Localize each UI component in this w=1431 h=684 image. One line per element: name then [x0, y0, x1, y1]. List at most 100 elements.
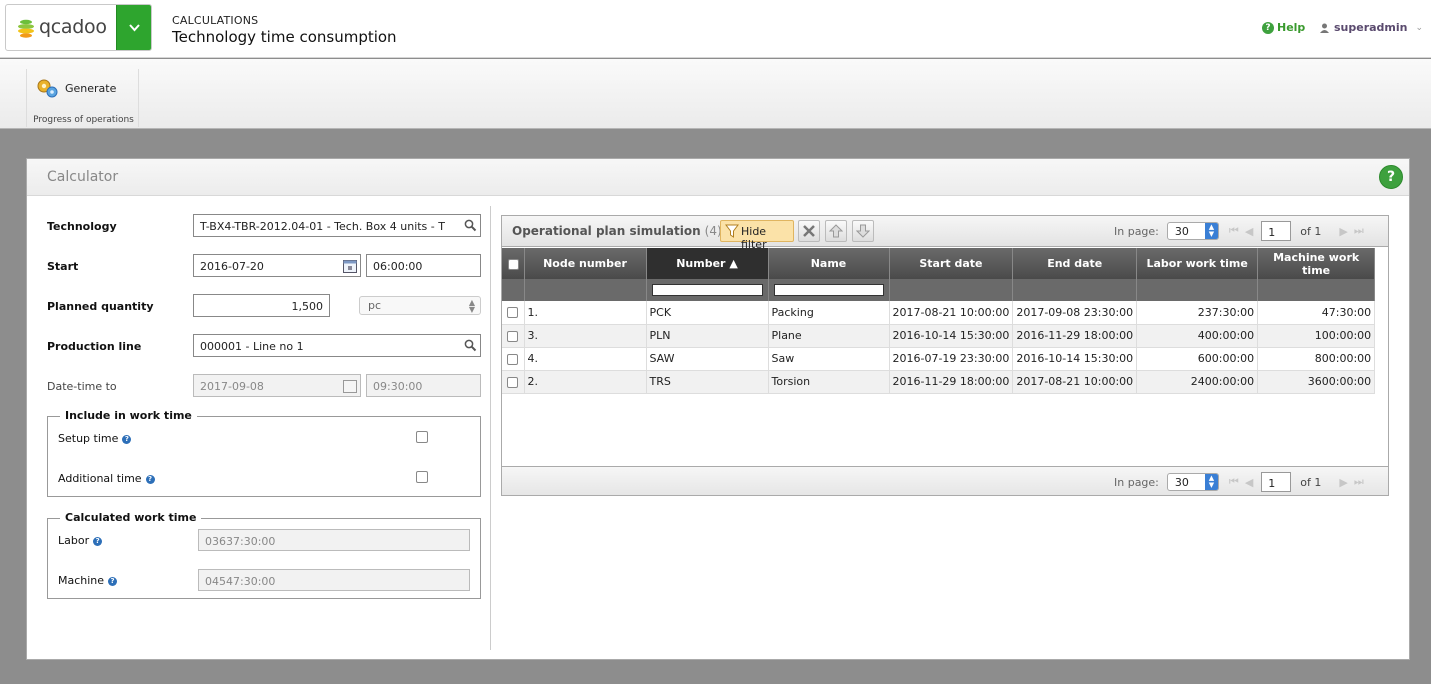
search-icon[interactable]: [464, 339, 477, 352]
next-page-icon[interactable]: ▶: [1339, 225, 1347, 238]
planned-quantity-input[interactable]: 1,500: [193, 294, 330, 317]
help-link[interactable]: ? Help: [1262, 21, 1305, 34]
first-page-icon[interactable]: ⏮: [1229, 224, 1239, 238]
filter-number-input[interactable]: [651, 284, 763, 296]
main-menu-button[interactable]: [116, 5, 151, 50]
technology-lookup[interactable]: T-BX4-TBR-2012.04-01 - Tech. Box 4 units…: [193, 214, 481, 237]
start-time-value: 06:00:00: [373, 260, 423, 273]
page-size-value: 30: [1174, 476, 1189, 489]
table-row[interactable]: 2. TRS Torsion 2016-11-29 18:00:00 2017-…: [502, 370, 1376, 394]
start-time-field[interactable]: 06:00:00: [366, 254, 481, 277]
help-icon[interactable]: ?: [1379, 165, 1403, 189]
filter-name-cell: [768, 279, 890, 301]
info-icon[interactable]: ?: [93, 536, 103, 546]
machine-text: Machine: [58, 574, 105, 587]
operational-plan-grid: Operational plan simulation (4) Hide filt…: [501, 215, 1389, 495]
info-icon[interactable]: ?: [122, 434, 132, 444]
filter-cell: [1136, 279, 1259, 301]
setup-time-checkbox[interactable]: [416, 431, 428, 443]
next-page-icon[interactable]: ▶: [1339, 476, 1347, 489]
prev-page-icon[interactable]: ◀: [1245, 476, 1253, 489]
calculator-title: Calculator: [47, 169, 119, 185]
generate-label: Generate: [65, 81, 117, 95]
search-icon[interactable]: [464, 219, 477, 232]
row-select-cell: [502, 301, 525, 325]
hide-filter-button[interactable]: Hide filter: [720, 220, 794, 251]
start-date-field[interactable]: 2016-07-20: [193, 254, 361, 277]
date-to-value: 2017-09-08: [200, 380, 264, 393]
page-number-input[interactable]: 1: [1261, 221, 1292, 241]
column-header-end-date[interactable]: End date: [1012, 248, 1138, 279]
row-checkbox[interactable]: [507, 330, 518, 342]
production-line-label: Production line: [47, 340, 142, 353]
row-checkbox[interactable]: [507, 353, 518, 365]
user-name: superadmin: [1334, 21, 1408, 34]
page-count: of 1: [1300, 475, 1322, 489]
time-to-value: 09:30:00: [373, 380, 423, 393]
updown-arrows-icon: ▲ ▼: [468, 298, 475, 314]
labor-time-cell: 237:30:00: [1136, 301, 1259, 325]
column-header-name[interactable]: Name: [768, 248, 890, 279]
number-cell: SAW: [646, 347, 769, 371]
technology-label: Technology: [47, 220, 117, 233]
user-menu[interactable]: superadmin ⌄: [1320, 21, 1423, 34]
node-number-cell: 4.: [524, 347, 647, 371]
machine-time-value: 04547:30:00: [205, 575, 276, 588]
node-number-cell: 2.: [524, 370, 647, 394]
column-header-labor-work-time[interactable]: Labor work time: [1136, 248, 1259, 279]
info-icon[interactable]: ?: [145, 474, 155, 484]
labor-time-cell: 600:00:00: [1136, 347, 1259, 371]
row-select-cell: [502, 347, 525, 371]
machine-time-field: 04547:30:00: [198, 569, 470, 591]
generate-button[interactable]: Generate: [35, 77, 116, 99]
prev-page-icon[interactable]: ◀: [1245, 225, 1253, 238]
page-number-input[interactable]: 1: [1261, 472, 1292, 492]
filter-name-input[interactable]: [773, 284, 884, 296]
page-size-select[interactable]: 30 ▲ ▼: [1166, 473, 1219, 491]
filter-cell: [1012, 279, 1138, 301]
column-header-machine-work-time[interactable]: Machine work time: [1257, 248, 1376, 279]
move-down-button[interactable]: [852, 220, 874, 242]
column-header-number[interactable]: Number ▲: [646, 248, 769, 279]
calendar-icon[interactable]: [343, 259, 357, 273]
app-logo-box[interactable]: qcadoo: [5, 4, 152, 51]
additional-time-text: Additional time: [58, 472, 142, 485]
table-row[interactable]: 3. PLN Plane 2016-10-14 15:30:00 2016-11…: [502, 324, 1376, 348]
select-all-header[interactable]: [502, 248, 525, 279]
select-all-checkbox[interactable]: [508, 258, 520, 270]
grid-header-row: Node number Number ▲ Name Start date End…: [502, 248, 1376, 279]
column-header-node-number[interactable]: Node number: [524, 248, 647, 279]
name-cell: Plane: [768, 324, 890, 348]
production-line-lookup[interactable]: 000001 - Line no 1: [193, 334, 481, 357]
info-icon[interactable]: ?: [108, 576, 118, 586]
page-number-value: 1: [1268, 226, 1276, 239]
name-cell: Saw: [768, 347, 890, 371]
row-checkbox[interactable]: [507, 376, 518, 388]
machine-time-cell: 800:00:00: [1257, 347, 1376, 371]
table-row[interactable]: 1. PCK Packing 2017-08-21 10:00:00 2017-…: [502, 301, 1376, 325]
clear-filter-button[interactable]: [798, 220, 820, 242]
last-page-icon[interactable]: ⏭: [1354, 224, 1364, 238]
column-header-number-text: Number: [676, 257, 726, 270]
qcadoo-logo-icon: [18, 19, 34, 38]
move-up-button[interactable]: [825, 220, 847, 242]
last-page-icon[interactable]: ⏭: [1354, 475, 1364, 489]
include-legend: Include in work time: [60, 409, 197, 422]
labor-label: Labor?: [58, 534, 103, 547]
name-cell: Packing: [768, 301, 890, 325]
page-size-select[interactable]: 30 ▲ ▼: [1166, 222, 1219, 240]
row-checkbox[interactable]: [507, 307, 518, 319]
start-label: Start: [47, 260, 79, 273]
end-date-cell: 2016-10-14 15:30:00: [1012, 347, 1138, 371]
labor-text: Labor: [58, 534, 90, 547]
name-cell: Torsion: [768, 370, 890, 394]
first-page-icon[interactable]: ⏮: [1229, 475, 1239, 489]
machine-time-cell: 100:00:00: [1257, 324, 1376, 348]
start-date-value: 2016-07-20: [200, 260, 264, 273]
help-icon: ?: [1262, 21, 1274, 34]
additional-time-checkbox[interactable]: [416, 471, 428, 483]
ribbon-group-progress: Generate Progress of operations: [26, 69, 139, 127]
column-header-start-date[interactable]: Start date: [889, 248, 1014, 279]
table-row[interactable]: 4. SAW Saw 2016-07-19 23:30:00 2016-10-1…: [502, 347, 1376, 371]
unit-select[interactable]: pc ▲ ▼: [359, 296, 481, 315]
